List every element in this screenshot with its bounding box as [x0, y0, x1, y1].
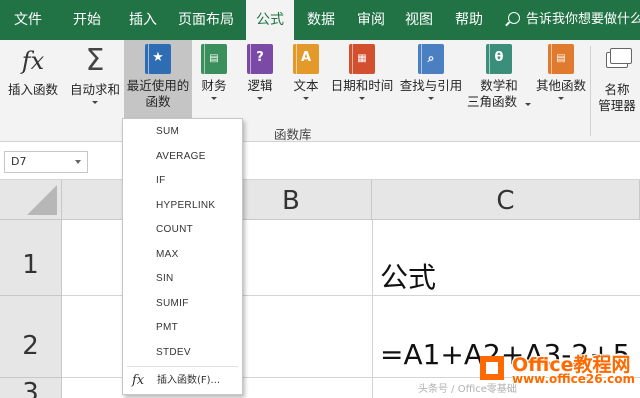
menu-item-pmt[interactable]: PMT [123, 316, 242, 340]
insert-function-menu-label: 插入函数(F)... [157, 375, 221, 386]
text-book-icon: A [293, 44, 319, 74]
magnifier-book-icon: ⌕ [418, 44, 444, 74]
recently-used-button[interactable]: ★ 最近使用的 函数 [124, 40, 192, 118]
tab-review[interactable]: 审阅 [348, 0, 394, 40]
watermark-url: www.office26.com [512, 372, 636, 386]
datetime-label: 日期和时间 [330, 78, 394, 93]
name-box[interactable]: D7 [4, 151, 88, 173]
math-label-1: 数学和 [480, 78, 518, 93]
menu-item-sin[interactable]: SIN [123, 267, 242, 291]
math-label-2: 三角函数 [467, 94, 518, 109]
cell-c1[interactable]: 公式 [380, 256, 436, 296]
recently-used-label-1: 最近使用的 [126, 78, 190, 93]
recent-functions-menu: SUM AVERAGE IF HYPERLINK COUNT MAX SIN S… [122, 118, 243, 395]
autosum-label: 自动求和 [69, 82, 120, 97]
datetime-button[interactable]: ▦ 日期和时间 [328, 44, 396, 100]
text-button[interactable]: A 文本 [286, 44, 326, 100]
menu-item-stdev[interactable]: STDEV [123, 341, 242, 365]
group-divider [590, 46, 591, 136]
tab-help[interactable]: 帮助 [446, 0, 492, 40]
star-book-icon: ★ [145, 44, 171, 74]
insert-function-button[interactable]: fx 插入函数 [2, 44, 64, 98]
menu-item-average[interactable]: AVERAGE [123, 145, 242, 169]
tab-file[interactable]: 文件 [6, 0, 50, 40]
chevron-down-icon [428, 97, 434, 100]
chevron-down-icon [92, 101, 98, 104]
column-gridline [372, 220, 373, 398]
tab-formulas[interactable]: 公式 [246, 0, 294, 40]
select-all-corner[interactable] [0, 180, 62, 220]
text-label: 文本 [293, 78, 319, 93]
chevron-down-icon [359, 97, 365, 100]
more-functions-button[interactable]: ▤ 其他函数 [532, 44, 590, 100]
fx-icon: fx [132, 373, 145, 388]
chevron-down-icon [558, 97, 564, 100]
formula-bar: D7 [0, 142, 640, 180]
function-library-group-label: 函数库 [274, 127, 312, 142]
lookup-button[interactable]: ⌕ 查找与引用 [396, 44, 466, 100]
menu-separator [127, 366, 238, 367]
menu-item-hyperlink[interactable]: HYPERLINK [123, 194, 242, 218]
row-header-2[interactable]: 2 [0, 296, 62, 378]
tab-page-layout[interactable]: 页面布局 [170, 0, 242, 40]
insert-function-label: 插入函数 [7, 82, 58, 97]
row-header-3[interactable]: 3 [0, 378, 62, 398]
menu-item-count[interactable]: COUNT [123, 218, 242, 242]
menu-item-insert-function[interactable]: fx 插入函数(F)... [123, 369, 242, 393]
menu-item-max[interactable]: MAX [123, 243, 242, 267]
tab-data[interactable]: 数据 [298, 0, 344, 40]
column-header-b-label: B [282, 186, 300, 216]
chevron-down-icon [211, 97, 217, 100]
menu-item-sum[interactable]: SUM [123, 120, 242, 144]
math-trig-button[interactable]: θ 数学和 三角函数 [466, 44, 532, 110]
autosum-button[interactable]: Σ 自动求和 [66, 44, 124, 104]
search-icon [508, 12, 520, 24]
more-functions-label: 其他函数 [535, 78, 586, 93]
calendar-book-icon: ▦ [349, 44, 375, 74]
office-logo-icon [478, 352, 508, 384]
chevron-down-icon [303, 97, 309, 100]
chevron-down-icon [525, 103, 531, 106]
ribbon-tab-bar: 文件 开始 插入 页面布局 公式 数据 审阅 视图 帮助 告诉我你想要做什么 [0, 0, 640, 40]
tab-home[interactable]: 开始 [64, 0, 110, 40]
formulas-ribbon: fx 插入函数 Σ 自动求和 ★ 最近使用的 函数 ▤ 财务 ? 逻辑 A 文本… [0, 40, 640, 142]
more-functions-book-icon: ▤ [548, 44, 574, 74]
recently-used-label-2: 函数 [145, 94, 171, 109]
name-tag-icon [602, 44, 632, 78]
fx-icon: fx [21, 47, 45, 75]
logical-button[interactable]: ? 逻辑 [240, 44, 280, 100]
tab-view[interactable]: 视图 [396, 0, 442, 40]
logical-label: 逻辑 [247, 78, 273, 93]
tell-me-text: 告诉我你想要做什么 [526, 12, 640, 27]
name-manager-button[interactable]: 名称 管理器 [594, 44, 640, 114]
logical-book-icon: ? [247, 44, 273, 74]
tab-insert[interactable]: 插入 [120, 0, 166, 40]
chevron-down-icon [257, 97, 263, 100]
name-manager-label-1: 名称 [604, 82, 630, 97]
menu-item-sumif[interactable]: SUMIF [123, 292, 242, 316]
menu-item-if[interactable]: IF [123, 169, 242, 193]
financial-label: 财务 [201, 78, 227, 93]
financial-button[interactable]: ▤ 财务 [194, 44, 234, 100]
sigma-icon: Σ [85, 43, 105, 78]
watermark: Office教程网 www.office26.com [478, 348, 635, 392]
theta-book-icon: θ [486, 44, 512, 74]
financial-book-icon: ▤ [201, 44, 227, 74]
column-header-c[interactable]: C [372, 180, 640, 220]
tell-me-search[interactable]: 告诉我你想要做什么 [508, 0, 640, 40]
row-header-1[interactable]: 1 [0, 220, 62, 296]
name-manager-label-2: 管理器 [598, 98, 636, 113]
lookup-label: 查找与引用 [399, 78, 463, 93]
